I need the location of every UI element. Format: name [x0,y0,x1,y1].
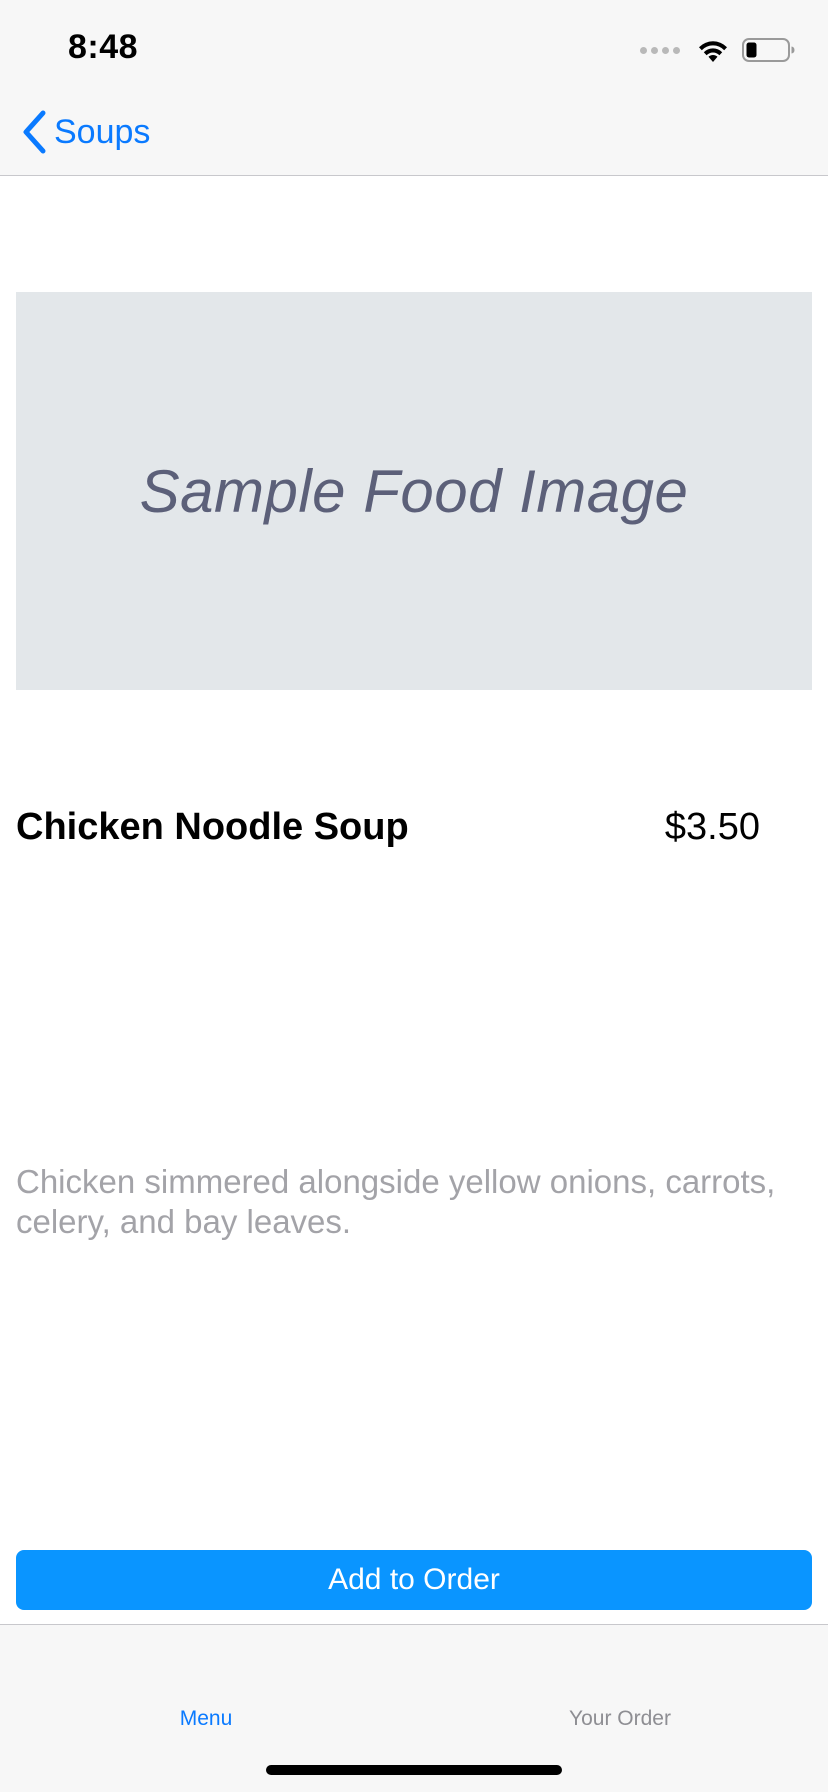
item-name: Chicken Noodle Soup [16,806,409,848]
wifi-icon [699,41,727,62]
tab-menu[interactable]: Menu [180,1707,233,1731]
back-button[interactable]: Soups [22,108,150,156]
cellular-signal-icon [640,46,680,54]
food-image-placeholder: Sample Food Image [16,292,812,690]
home-indicator [266,1765,562,1775]
status-time: 8:48 [68,28,139,66]
status-icons [640,36,796,64]
item-price: $3.50 [664,806,760,848]
add-to-order-button[interactable]: Add to Order [16,1550,812,1610]
navigation-bar: Soups [0,88,828,176]
tab-your-order[interactable]: Your Order [569,1707,671,1731]
item-description: Chicken simmered alongside yellow onions… [16,1163,776,1240]
back-label: Soups [54,112,151,151]
chevron-left-icon [23,110,46,154]
battery-icon [742,38,795,62]
status-bar: 8:48 [0,0,828,88]
food-image-label: Sample Food Image [139,457,689,525]
tab-bar: Menu Your Order [0,1624,828,1792]
